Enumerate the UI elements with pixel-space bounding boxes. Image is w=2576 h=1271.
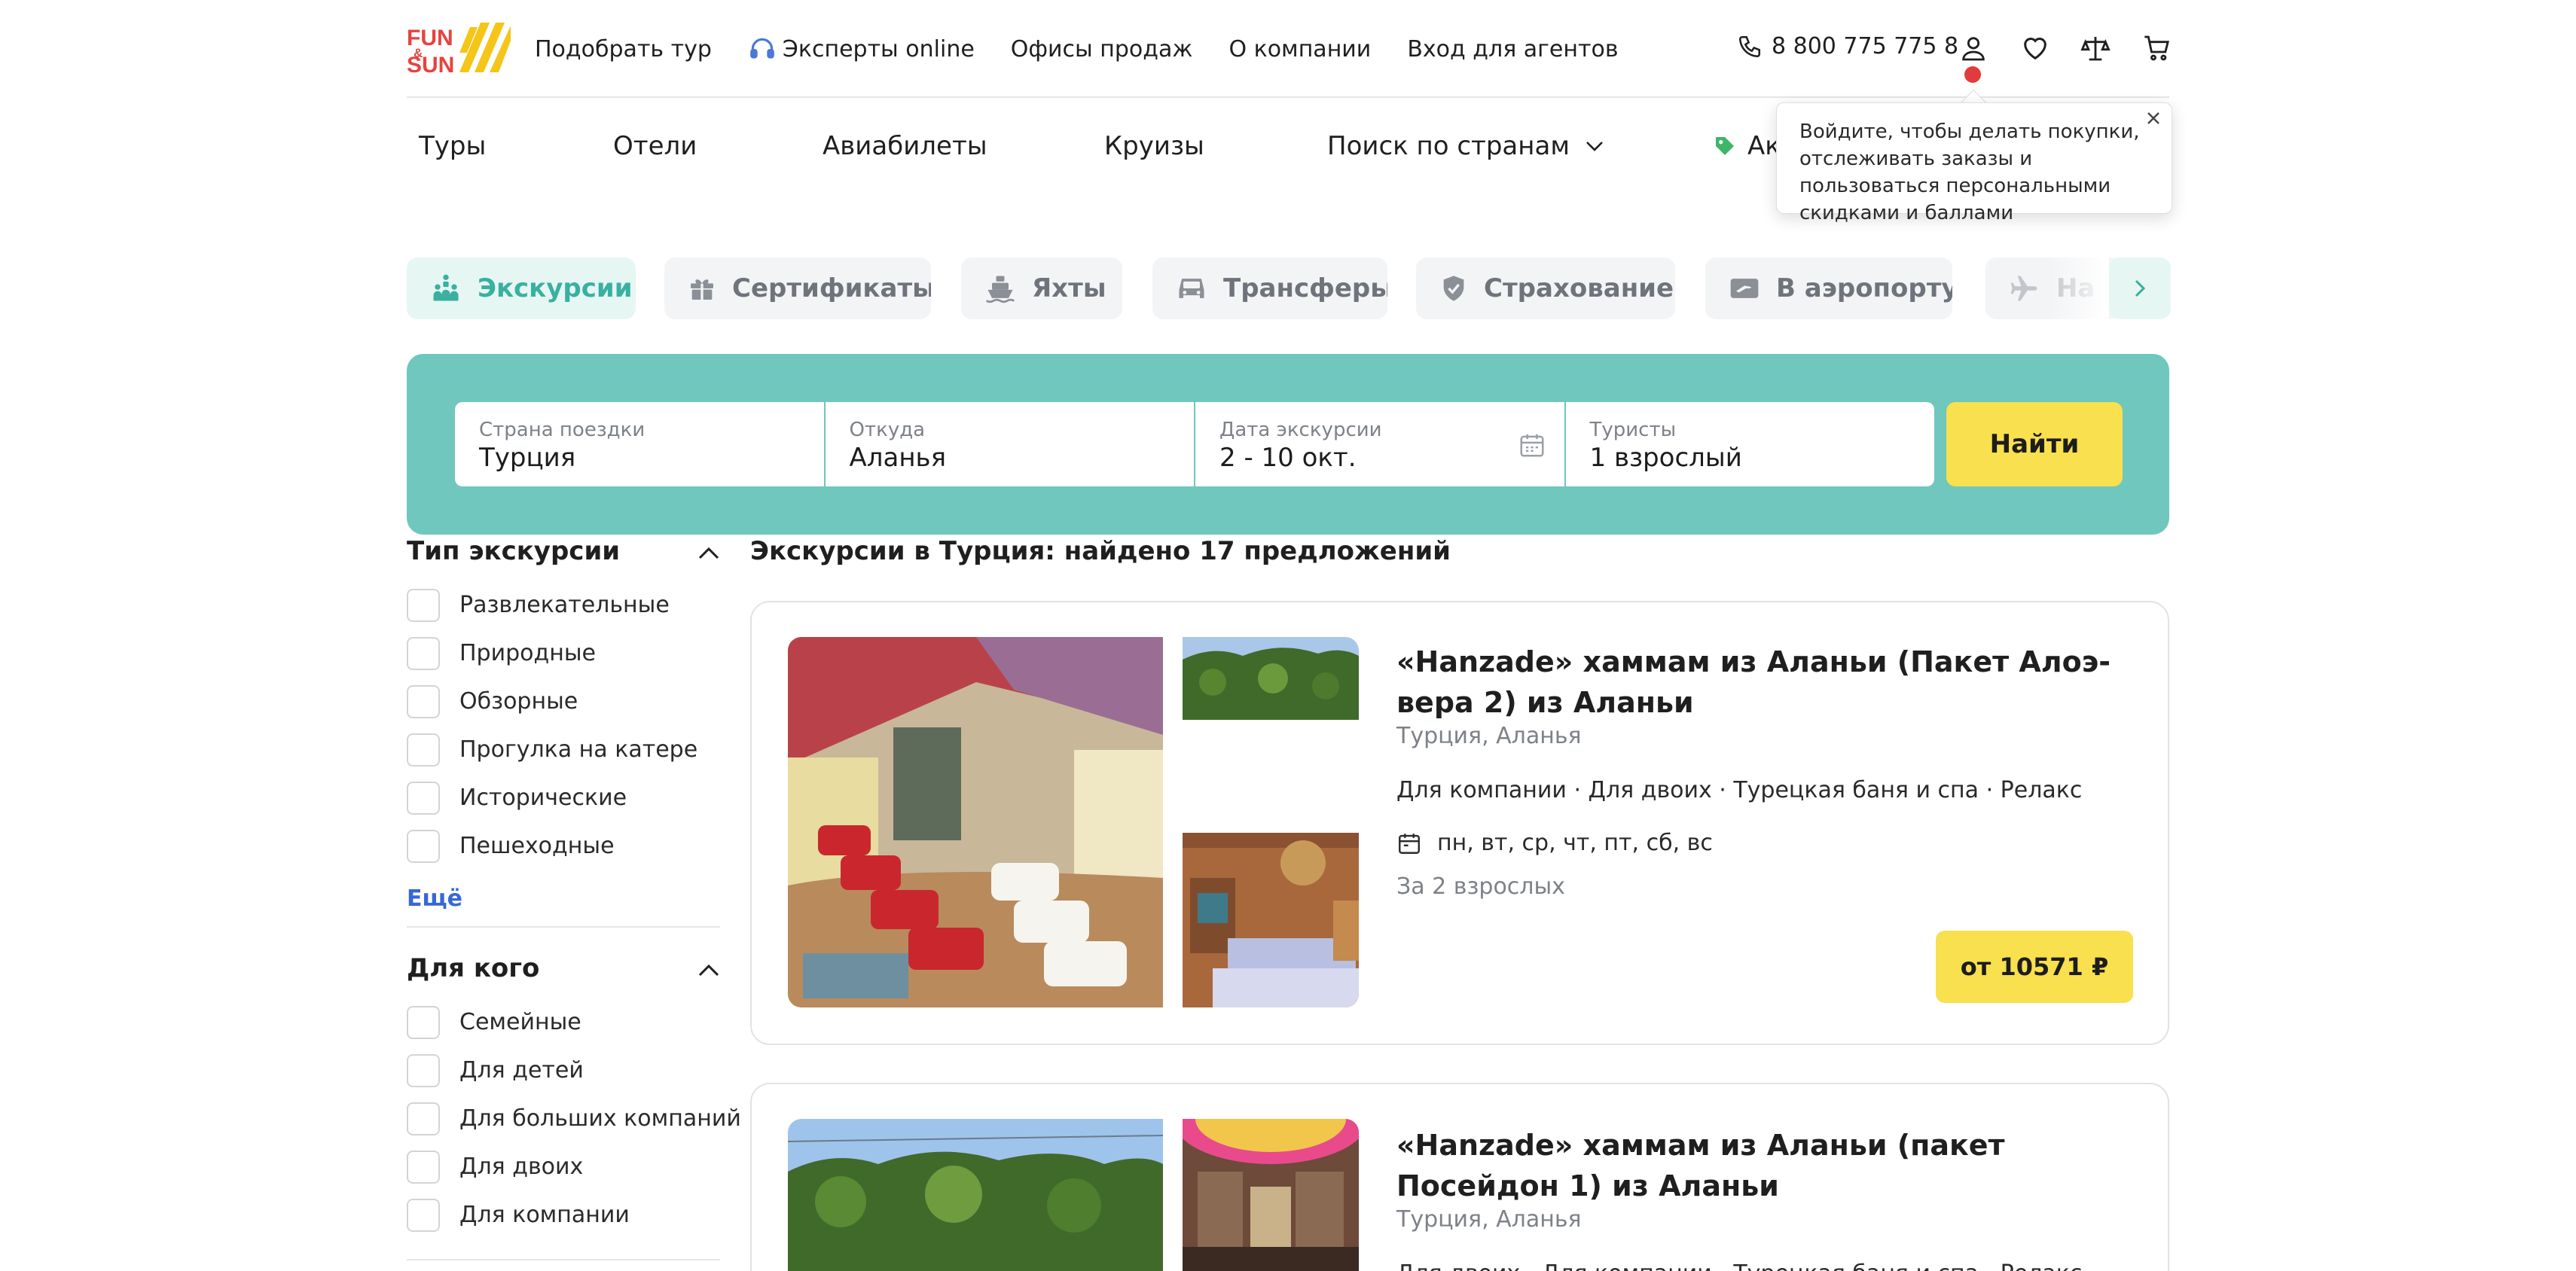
chevron-up-icon[interactable] (697, 545, 720, 560)
filter-option-label: Прогулка на катере (459, 736, 698, 763)
card-guests-note: За 2 взрослых (1396, 873, 1565, 900)
filter-divider (407, 926, 720, 928)
filter-checkbox-walking[interactable] (407, 830, 440, 863)
ticket-icon (1728, 272, 1776, 305)
nav-pick-tour[interactable]: Подобрать тур (535, 36, 712, 62)
filter-checkbox-company[interactable] (407, 1199, 440, 1232)
card-tags: Для двоих · Для компании · Турецкая баня… (1396, 1260, 2082, 1271)
headset-icon (748, 35, 783, 63)
hammam-interior-photo[interactable] (788, 637, 1163, 1007)
calendar-icon (1518, 431, 1546, 459)
tourist-group-icon (429, 272, 478, 305)
filter-checkbox-large-groups[interactable] (407, 1102, 440, 1135)
filter-option-label: Для компании (459, 1202, 630, 1228)
filter-checkbox-historical[interactable] (407, 782, 440, 815)
nav-sales-offices[interactable]: Офисы продаж (1011, 36, 1193, 62)
cart-icon[interactable] (2142, 33, 2172, 63)
heart-icon[interactable] (2020, 33, 2050, 63)
card-location: Турция, Аланья (1396, 723, 1582, 749)
subnav-promotions[interactable]: Ак (1713, 128, 1781, 164)
tag-icon (1713, 134, 1737, 158)
chips-fade (2049, 258, 2109, 319)
chevron-up-icon[interactable] (697, 962, 720, 977)
filter-option-label: Обзорные (459, 688, 578, 715)
find-button[interactable]: Найти (1946, 402, 2123, 486)
filter-checkbox-couples[interactable] (407, 1151, 440, 1184)
filter-option-label: Природные (459, 640, 596, 666)
card-title[interactable]: «Hanzade» хаммам из Аланьи (Пакет Алоэ-в… (1396, 642, 2150, 723)
filter-checkbox-family[interactable] (407, 1006, 440, 1039)
chip-insurance[interactable]: Страхование (1416, 258, 1675, 319)
subnav-tours[interactable]: Туры (419, 128, 486, 164)
svg-text:SUN: SUN (407, 53, 454, 74)
ship-icon (984, 272, 1032, 305)
filter-checkbox-nature[interactable] (407, 637, 440, 670)
card-title[interactable]: «Hanzade» хаммам из Аланьи (пакет Посейд… (1396, 1125, 2150, 1206)
filter-checkbox-kids[interactable] (407, 1054, 440, 1087)
shield-icon (1439, 273, 1484, 303)
chip-yachts[interactable]: Яхты (961, 258, 1122, 319)
card-location: Турция, Аланья (1396, 1206, 1582, 1233)
chip-excursions[interactable]: Экскурсии (407, 258, 636, 319)
chip-transfers[interactable]: Трансферы (1152, 258, 1387, 319)
filter-for-whom-title: Для кого (407, 953, 540, 983)
chip-certificates[interactable]: Сертификаты (664, 258, 931, 319)
filter-checkbox-sightseeing[interactable] (407, 685, 440, 718)
chevron-right-icon (2133, 278, 2147, 299)
card-tags: Для компании · Для двоих · Турецкая баня… (1396, 777, 2083, 803)
close-icon[interactable] (2144, 108, 2163, 128)
chips-scroll-right-button[interactable] (2109, 258, 2171, 319)
notification-dot (1964, 66, 1981, 83)
top-navigation: Подобрать тур Эксперты online Офисы прод… (535, 35, 1655, 63)
tourists-field[interactable]: Туристы 1 взрослый (1566, 402, 1935, 486)
subnav-flights[interactable]: Авиабилеты (823, 128, 987, 164)
subnav-cruises[interactable]: Круизы (1104, 128, 1204, 164)
filter-divider (407, 1259, 720, 1260)
fun-and-sun-logo[interactable]: FUN & SUN (407, 23, 512, 74)
nav-agent-login[interactable]: Вход для агентов (1407, 36, 1618, 62)
chevron-down-icon (1585, 140, 1604, 152)
date-field[interactable]: Дата экскурсии 2 - 10 окт. (1195, 402, 1566, 486)
filter-option-label: Исторические (459, 785, 627, 811)
filter-checkbox-boat-trip[interactable] (407, 733, 440, 767)
subnav-country-search[interactable]: Поиск по странам (1327, 128, 1604, 164)
filter-option-label: Для больших компаний (459, 1105, 741, 1132)
filter-option-label: Пешеходные (459, 833, 615, 859)
filter-option-label: Развлекательные (459, 592, 670, 618)
hammam-lobby-photo[interactable] (1183, 1119, 1359, 1271)
subnav-hotels[interactable]: Отели (613, 128, 697, 164)
search-fields: Страна поездки Турция Откуда Аланья Дата… (455, 402, 1934, 486)
chip-at-airport[interactable]: В аэропорту (1705, 258, 1952, 319)
filter-type-more-link[interactable]: Ещё (407, 885, 462, 912)
card-price-button[interactable]: от 10571 ₽ (1936, 931, 2133, 1003)
hedge-photo[interactable] (788, 1119, 1163, 1271)
user-icon[interactable] (1958, 33, 1988, 63)
filter-option-label: Семейные (459, 1009, 581, 1035)
filter-type-title: Тип экскурсии (407, 536, 621, 566)
calendar-icon (1396, 831, 1437, 856)
massage-room-photo[interactable] (1183, 833, 1359, 1007)
filter-option-label: Для детей (459, 1057, 584, 1084)
login-tooltip: Войдите, чтобы делать покупки, отслежива… (1776, 102, 2172, 224)
card-schedule: пн, вт, ср, чт, пт, сб, вс (1396, 830, 1713, 856)
car-icon (1175, 272, 1223, 305)
gift-icon (687, 273, 732, 303)
results-title: Экскурсии в Турция: найдено 17 предложен… (750, 536, 1451, 566)
phone-link[interactable]: 8 800 775 775 8 (1737, 33, 1958, 59)
header-divider (407, 96, 2169, 98)
compare-scales-icon[interactable] (2080, 33, 2111, 63)
nav-experts-online[interactable]: Эксперты online (748, 35, 975, 63)
garden-hedge-photo[interactable] (1183, 637, 1359, 720)
from-field[interactable]: Откуда Аланья (826, 402, 1195, 486)
phone-icon (1737, 34, 1772, 59)
nav-about-company[interactable]: О компании (1228, 36, 1371, 62)
country-field[interactable]: Страна поездки Турция (455, 402, 826, 486)
filter-checkbox-entertainment[interactable] (407, 589, 440, 622)
filter-option-label: Для двоих (459, 1154, 584, 1180)
